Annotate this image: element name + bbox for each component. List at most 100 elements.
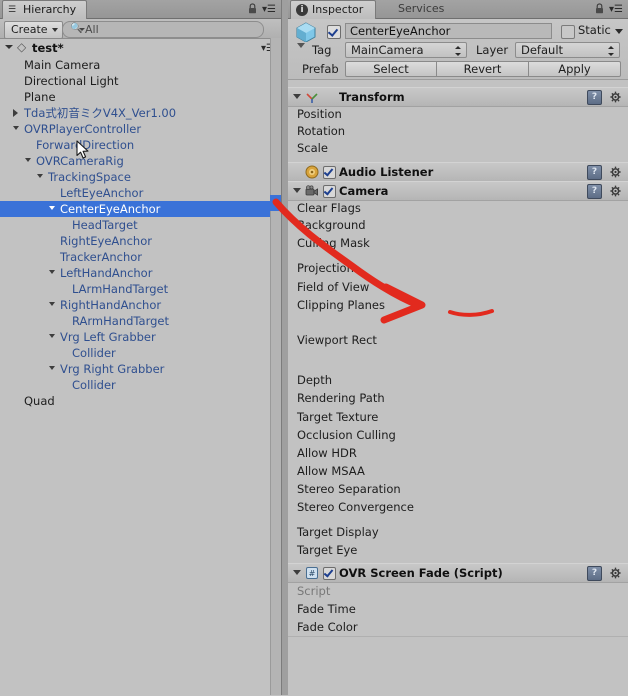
- tab-services[interactable]: Services: [388, 0, 454, 18]
- hierarchy-item-label: TrackingSpace: [48, 170, 131, 184]
- hierarchy-list-icon: ☰: [8, 5, 17, 15]
- hierarchy-item-righteyeanchor[interactable]: RightEyeAnchor: [0, 233, 270, 249]
- hierarchy-item-quad[interactable]: Quad: [0, 393, 270, 409]
- hierarchy-item-directional-light[interactable]: Directional Light: [0, 73, 270, 89]
- expand-arrow-open-icon[interactable]: [49, 206, 55, 210]
- hierarchy-item-label: Vrg Left Grabber: [60, 330, 156, 344]
- expand-arrow-open-icon[interactable]: [49, 270, 55, 274]
- audio-listener-component-header[interactable]: Audio Listener ?: [288, 162, 628, 182]
- hierarchy-item-lefteyeanchor[interactable]: LeftEyeAnchor: [0, 185, 270, 201]
- gameobject-enabled-checkbox[interactable]: [327, 25, 341, 39]
- audio-listener-title: Audio Listener: [339, 165, 434, 179]
- screen-fade-expand-icon[interactable]: [293, 570, 301, 575]
- help-icon[interactable]: ?: [587, 566, 602, 581]
- expand-arrow-open-icon[interactable]: [37, 174, 43, 178]
- expand-arrow-open-icon[interactable]: [49, 366, 55, 370]
- hierarchy-item-rarmhandtarget[interactable]: RArmHandTarget: [0, 313, 270, 329]
- hierarchy-item-collider[interactable]: Collider: [0, 377, 270, 393]
- scene-icon: ◇: [17, 40, 27, 54]
- transform-title: Transform: [339, 90, 405, 104]
- search-input[interactable]: 🔍 All: [62, 21, 264, 38]
- hierarchy-item-label: RightHandAnchor: [60, 298, 162, 312]
- hierarchy-selection-marker: [270, 195, 281, 211]
- lock-icon[interactable]: [248, 3, 257, 14]
- script-label: Script: [297, 584, 331, 598]
- rendering-path-label: Rendering Path: [297, 391, 385, 405]
- hierarchy-item-collider[interactable]: Collider: [0, 345, 270, 361]
- transform-expand-icon[interactable]: [293, 94, 301, 99]
- layer-dropdown[interactable]: Default: [515, 42, 620, 58]
- gear-icon[interactable]: [609, 165, 623, 179]
- inspector-lock-icon[interactable]: [595, 3, 604, 14]
- scene-expand-icon[interactable]: [5, 45, 13, 49]
- help-icon[interactable]: ?: [587, 90, 602, 105]
- screen-fade-enabled-checkbox[interactable]: [323, 567, 336, 580]
- scale-label: Scale: [297, 141, 328, 155]
- tab-inspector[interactable]: i Inspector: [290, 0, 377, 19]
- gear-icon[interactable]: [609, 184, 623, 198]
- help-icon[interactable]: ?: [587, 165, 602, 180]
- target-eye-label: Target Eye: [297, 543, 358, 557]
- hierarchy-tab-menu-icon[interactable]: ▾☰: [262, 5, 276, 15]
- camera-title: Camera: [339, 184, 389, 198]
- hierarchy-item-main-camera[interactable]: Main Camera: [0, 57, 270, 73]
- hierarchy-item-lefthandanchor[interactable]: LeftHandAnchor: [0, 265, 270, 281]
- hierarchy-item-larmhandtarget[interactable]: LArmHandTarget: [0, 281, 270, 297]
- unity-editor-window: ☰ Hierarchy ▾☰ Create 🔍 All ◇ test* ▾☰ M…: [0, 0, 628, 696]
- scene-root-row[interactable]: ◇ test* ▾☰: [0, 39, 281, 56]
- expand-arrow-open-icon[interactable]: [49, 334, 55, 338]
- create-button[interactable]: Create: [4, 21, 63, 39]
- target-texture-label: Target Texture: [297, 410, 379, 424]
- hierarchy-item-tda-v4x-ver1-00[interactable]: Tda式初音ミクV4X_Ver1.00: [0, 105, 270, 121]
- hierarchy-item-ovrplayercontroller[interactable]: OVRPlayerController: [0, 121, 270, 137]
- hierarchy-item-headtarget[interactable]: HeadTarget: [0, 217, 270, 233]
- expand-arrow-open-icon[interactable]: [25, 158, 31, 162]
- gear-icon[interactable]: [609, 566, 623, 580]
- hierarchy-item-centereyeanchor[interactable]: CenterEyeAnchor: [0, 201, 270, 217]
- expand-arrow-closed-icon[interactable]: [13, 109, 18, 117]
- script-icon: #: [306, 567, 318, 579]
- static-checkbox[interactable]: [561, 25, 575, 39]
- tag-label: Tag: [312, 43, 332, 57]
- audio-listener-enabled-checkbox[interactable]: [323, 166, 336, 179]
- hierarchy-item-righthandanchor[interactable]: RightHandAnchor: [0, 297, 270, 313]
- hierarchy-item-vrg-left-grabber[interactable]: Vrg Left Grabber: [0, 329, 270, 345]
- fade-time-label: Fade Time: [297, 602, 356, 616]
- hierarchy-item-label: OVRPlayerController: [24, 122, 142, 136]
- svg-text:#: #: [309, 569, 316, 578]
- camera-component-header[interactable]: Camera ?: [288, 181, 628, 201]
- camera-enabled-checkbox[interactable]: [323, 185, 336, 198]
- tab-services-label: Services: [398, 2, 445, 15]
- hierarchy-item-label: RArmHandTarget: [72, 314, 169, 328]
- hierarchy-item-forwarddirection[interactable]: ForwardDirection: [0, 137, 270, 153]
- tag-dropdown[interactable]: MainCamera: [345, 42, 467, 58]
- hierarchy-item-ovrcamerarig[interactable]: OVRCameraRig: [0, 153, 270, 169]
- tab-hierarchy[interactable]: ☰ Hierarchy: [2, 0, 88, 19]
- clear-flags-label: Clear Flags: [297, 201, 361, 215]
- hierarchy-item-label: Collider: [72, 346, 116, 360]
- transform-component-header[interactable]: Transform ?: [288, 87, 628, 107]
- screen-fade-component-header[interactable]: # OVR Screen Fade (Script) ?: [288, 563, 628, 583]
- hierarchy-item-vrg-right-grabber[interactable]: Vrg Right Grabber: [0, 361, 270, 377]
- gameobject-name-field[interactable]: CenterEyeAnchor: [345, 23, 552, 39]
- tab-inspector-label: Inspector: [312, 3, 364, 16]
- prefab-revert-button[interactable]: Revert: [437, 61, 529, 77]
- hierarchy-item-label: HeadTarget: [72, 218, 138, 232]
- hierarchy-item-trackeranchor[interactable]: TrackerAnchor: [0, 249, 270, 265]
- prefab-select-button[interactable]: Select: [345, 61, 437, 77]
- camera-expand-icon[interactable]: [293, 188, 301, 193]
- prefab-label: Prefab: [302, 62, 339, 76]
- prefab-apply-button[interactable]: Apply: [529, 61, 621, 77]
- hierarchy-item-label: Tda式初音ミクV4X_Ver1.00: [24, 106, 177, 120]
- help-icon[interactable]: ?: [587, 184, 602, 199]
- static-dropdown-icon[interactable]: [615, 29, 623, 34]
- gear-icon[interactable]: [609, 90, 623, 104]
- inspector-tab-menu-icon[interactable]: ▾☰: [609, 5, 623, 15]
- hierarchy-item-plane[interactable]: Plane: [0, 89, 270, 105]
- hierarchy-item-trackingspace[interactable]: TrackingSpace: [0, 169, 270, 185]
- gameobject-icon-dropdown-icon[interactable]: [297, 43, 305, 48]
- audio-listener-icon: [305, 165, 319, 179]
- hierarchy-tree: Main Camera Directional Light Plane Tda式初音ミ…: [0, 57, 270, 409]
- expand-arrow-open-icon[interactable]: [13, 126, 19, 130]
- expand-arrow-open-icon[interactable]: [49, 302, 55, 306]
